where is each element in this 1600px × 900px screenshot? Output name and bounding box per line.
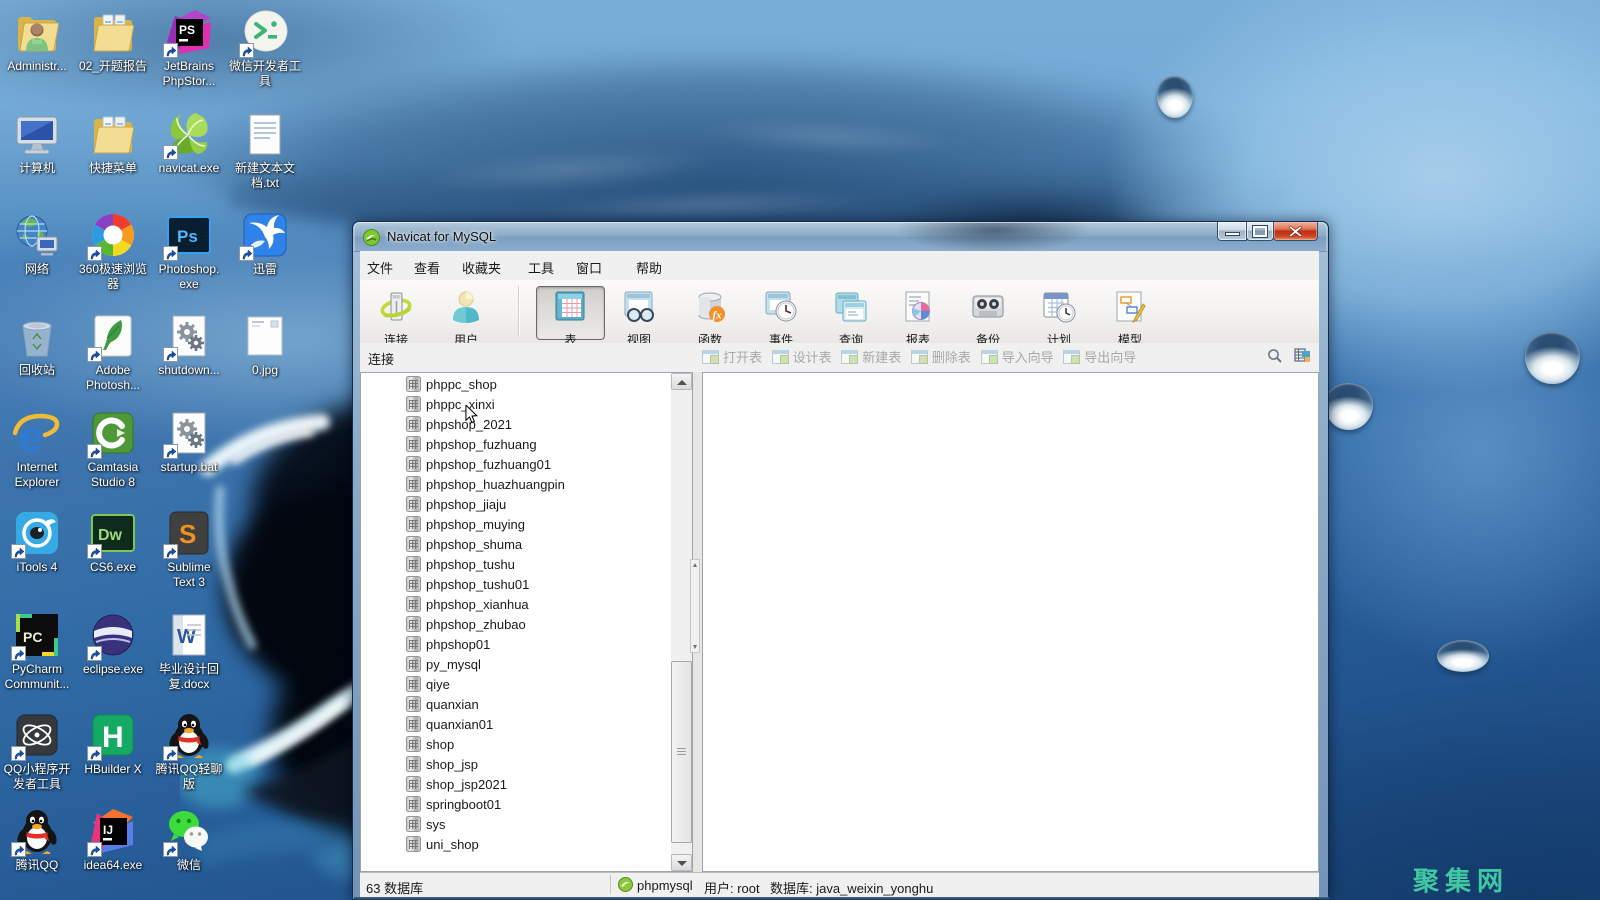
svg-text:H: H	[102, 721, 124, 754]
svg-text:W: W	[177, 626, 196, 648]
svg-text:Dw: Dw	[98, 527, 123, 544]
svg-text:S: S	[179, 519, 196, 549]
svg-text:PS: PS	[179, 23, 195, 37]
svg-text:PC: PC	[23, 629, 42, 645]
svg-text:fx: fx	[713, 310, 723, 322]
svg-text:Ps: Ps	[177, 227, 198, 246]
svg-text:IJ: IJ	[103, 823, 113, 837]
